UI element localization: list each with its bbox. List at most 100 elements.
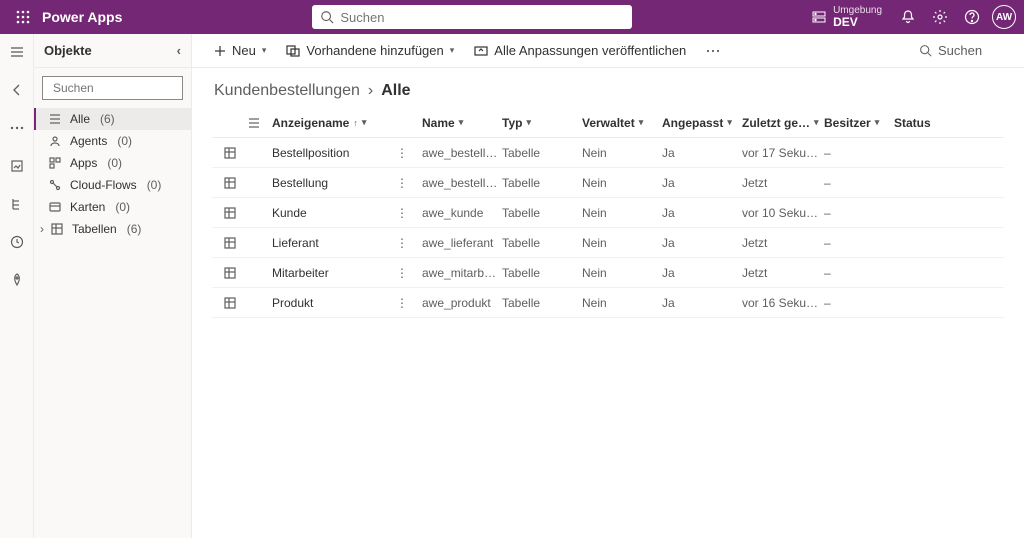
col-status[interactable]: Status <box>894 116 950 130</box>
row-type-cell: Tabelle <box>502 296 582 310</box>
row-owner-cell: – <box>824 206 894 220</box>
sidebar-item-agents[interactable]: Agents(0) <box>34 130 191 152</box>
table-row[interactable]: Lieferant ⋮awe_lieferantTabelleNeinJaJet… <box>212 228 1004 258</box>
entity-icon <box>212 147 248 159</box>
rail-history-icon[interactable] <box>5 230 29 254</box>
rail-tree-icon[interactable] <box>5 192 29 216</box>
row-managed-cell: Nein <box>582 146 662 160</box>
row-menu[interactable]: ⋮ <box>396 266 408 280</box>
row-display-name[interactable]: Kunde ⋮ <box>272 206 422 220</box>
card-icon <box>48 200 62 214</box>
notifications-button[interactable] <box>892 0 924 34</box>
row-name-cell: awe_bestellpositi… <box>422 146 502 160</box>
rail-hamburger[interactable] <box>5 40 29 64</box>
row-menu[interactable]: ⋮ <box>396 176 408 190</box>
col-owner[interactable]: Besitzer▾ <box>824 116 894 130</box>
sidebar-item-all[interactable]: Alle(6) <box>34 108 191 130</box>
rail-chart-icon[interactable] <box>5 154 29 178</box>
settings-button[interactable] <box>924 0 956 34</box>
more-icon <box>706 49 720 53</box>
user-avatar[interactable]: AW <box>992 5 1016 29</box>
entity-icon <box>212 177 248 189</box>
overflow-button[interactable] <box>698 37 728 65</box>
row-menu[interactable]: ⋮ <box>396 296 408 310</box>
row-modified-cell: Jetzt <box>742 236 824 250</box>
row-display-name[interactable]: Bestellung ⋮ <box>272 176 422 190</box>
row-name-cell: awe_produkt <box>422 296 502 310</box>
row-menu[interactable]: ⋮ <box>396 206 408 220</box>
row-display-name[interactable]: Lieferant ⋮ <box>272 236 422 250</box>
row-display-name[interactable]: Mitarbeiter ⋮ <box>272 266 422 280</box>
app-header: Power Apps Umgebung DEV AW <box>0 0 1024 34</box>
list-icon <box>48 112 62 126</box>
row-menu[interactable]: ⋮ <box>396 146 408 160</box>
environment-picker[interactable]: Umgebung DEV <box>811 5 882 29</box>
chevron-down-icon: ▾ <box>262 45 267 56</box>
chevron-right-icon: › <box>40 222 44 236</box>
col-name[interactable]: Name▾ <box>422 116 502 130</box>
table-row[interactable]: Mitarbeiter ⋮awe_mitarbeiterTabelleNeinJ… <box>212 258 1004 288</box>
add-existing-button[interactable]: Vorhandene hinzufügen ▾ <box>278 37 462 65</box>
chevron-right-icon: › <box>368 82 373 100</box>
row-customized-cell: Ja <box>662 206 742 220</box>
gear-icon <box>932 9 948 25</box>
row-type-cell: Tabelle <box>502 236 582 250</box>
publish-button[interactable]: Alle Anpassungen veröffentlichen <box>466 37 694 65</box>
col-customized[interactable]: Angepasst▾ <box>662 116 742 130</box>
sort-asc-icon: ↑ <box>353 118 358 128</box>
table-body: Bestellposition ⋮awe_bestellpositi… Tabel… <box>212 138 1004 318</box>
new-button[interactable]: Neu ▾ <box>206 37 274 65</box>
row-managed-cell: Nein <box>582 176 662 190</box>
panel-collapse[interactable]: ‹ <box>177 43 181 58</box>
global-search-input[interactable] <box>340 10 624 25</box>
col-icon[interactable] <box>248 117 272 129</box>
sidebar-item-tables[interactable]: › Tabellen(6) <box>34 218 191 240</box>
row-display-name[interactable]: Produkt ⋮ <box>272 296 422 310</box>
row-customized-cell: Ja <box>662 266 742 280</box>
row-type-cell: Tabelle <box>502 266 582 280</box>
row-customized-cell: Ja <box>662 296 742 310</box>
row-managed-cell: Nein <box>582 296 662 310</box>
row-modified-cell: vor 17 Sekunden <box>742 146 824 160</box>
environment-name: DEV <box>833 16 882 29</box>
list-search[interactable]: Suchen <box>910 37 1010 65</box>
sidebar-item-cards[interactable]: Karten(0) <box>34 196 191 218</box>
table-header: Anzeigename↑▾ Name▾ Typ▾ Verwaltet▾ Ange… <box>212 108 1004 138</box>
rail-rocket-icon[interactable] <box>5 268 29 292</box>
col-type[interactable]: Typ▾ <box>502 116 582 130</box>
table-row[interactable]: Bestellung ⋮awe_bestellungTabelleNeinJaJ… <box>212 168 1004 198</box>
object-search-input[interactable] <box>53 81 208 95</box>
row-display-name[interactable]: Bestellposition ⋮ <box>272 146 422 160</box>
table-row[interactable]: Bestellposition ⋮awe_bestellpositi…Tabel… <box>212 138 1004 168</box>
table-row[interactable]: Produkt ⋮awe_produktTabelleNeinJavor 16 … <box>212 288 1004 318</box>
row-managed-cell: Nein <box>582 236 662 250</box>
sidebar-item-flows[interactable]: Cloud-Flows(0) <box>34 174 191 196</box>
waffle-menu[interactable] <box>8 10 38 24</box>
chevron-down-icon: ▾ <box>727 117 732 128</box>
entity-icon <box>212 297 248 309</box>
row-modified-cell: vor 10 Sekunden <box>742 206 824 220</box>
panel-title: Objekte <box>44 43 92 58</box>
col-managed[interactable]: Verwaltet▾ <box>582 116 662 130</box>
col-modified[interactable]: Zuletzt ge…▾ <box>742 116 824 130</box>
row-owner-cell: – <box>824 146 894 160</box>
sidebar-item-apps[interactable]: Apps(0) <box>34 152 191 174</box>
row-menu[interactable]: ⋮ <box>396 236 408 250</box>
row-customized-cell: Ja <box>662 146 742 160</box>
chevron-down-icon: ▾ <box>459 117 464 128</box>
breadcrumb: Kundenbestellungen › Alle <box>192 68 1024 108</box>
table-row[interactable]: Kunde ⋮awe_kundeTabelleNeinJavor 10 Seku… <box>212 198 1004 228</box>
object-search[interactable] <box>42 76 183 100</box>
rail-back[interactable] <box>5 78 29 102</box>
chevron-down-icon: ▾ <box>362 117 367 128</box>
col-display-name[interactable]: Anzeigename↑▾ <box>272 116 422 130</box>
breadcrumb-parent[interactable]: Kundenbestellungen <box>214 82 360 100</box>
help-button[interactable] <box>956 0 988 34</box>
global-search[interactable] <box>312 5 632 29</box>
rail-more[interactable] <box>5 116 29 140</box>
object-list: Alle(6) Agents(0) Apps(0) Cloud-Flows(0)… <box>34 108 191 240</box>
row-owner-cell: – <box>824 266 894 280</box>
object-panel: Objekte ‹ Alle(6) Agents(0) Apps(0) Clou… <box>34 34 192 538</box>
row-modified-cell: vor 16 Sekunden <box>742 296 824 310</box>
row-name-cell: awe_mitarbeiter <box>422 266 502 280</box>
